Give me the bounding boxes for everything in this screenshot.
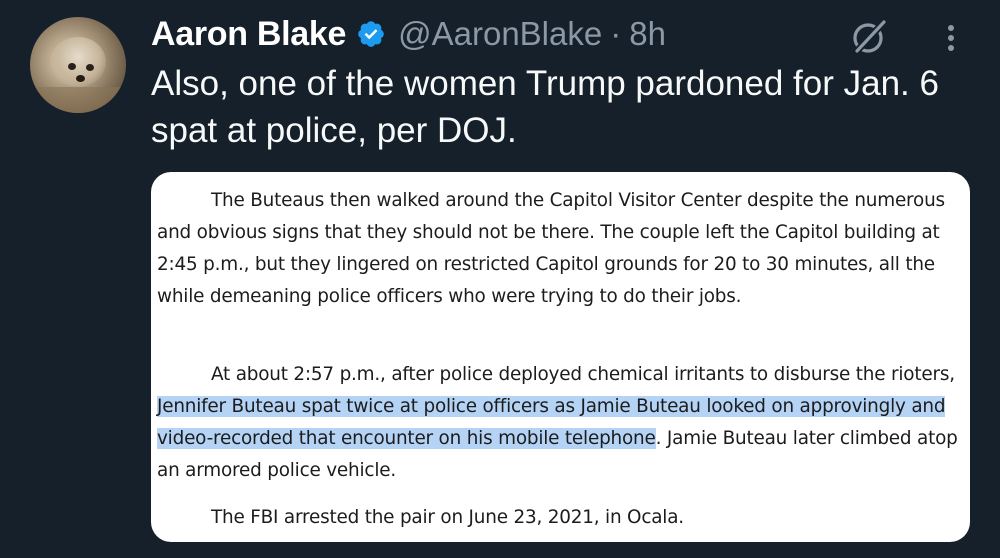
document-paragraph-1: The Buteaus then walked around the Capit… <box>157 185 961 313</box>
document-paragraph-2: At about 2:57 p.m., after police deploye… <box>157 359 961 487</box>
verified-badge-icon[interactable] <box>356 19 386 49</box>
tweet-text: Also, one of the women Trump pardoned fo… <box>151 64 939 150</box>
document-paragraph-2-before: At about 2:57 p.m., after police deploye… <box>211 364 955 385</box>
tweet[interactable]: Aaron Blake @AaronBlake · 8h Also, one o… <box>0 0 1000 558</box>
tweet-timestamp[interactable]: 8h <box>629 15 666 53</box>
more-vertical-icon[interactable] <box>936 20 966 56</box>
avatar-floor <box>30 87 126 113</box>
document-paragraph-3-text: The FBI arrested the pair on June 23, 20… <box>211 507 684 528</box>
grok-icon[interactable] <box>848 16 890 58</box>
avatar-dog-nose <box>76 75 85 82</box>
attached-document-image[interactable]: The Buteaus then walked around the Capit… <box>151 172 970 542</box>
author-avatar[interactable] <box>30 17 126 113</box>
tweet-header: Aaron Blake @AaronBlake · 8h <box>151 12 666 56</box>
document-paragraph-1-text: The Buteaus then walked around the Capit… <box>157 190 945 307</box>
header-separator: · <box>610 15 622 52</box>
author-handle[interactable]: @AaronBlake <box>398 15 602 53</box>
avatar-dog-eye-left <box>68 63 76 70</box>
avatar-dog-eye-right <box>86 64 94 71</box>
author-display-name[interactable]: Aaron Blake <box>151 15 346 54</box>
document-paragraph-3: The FBI arrested the pair on June 23, 20… <box>157 502 961 534</box>
